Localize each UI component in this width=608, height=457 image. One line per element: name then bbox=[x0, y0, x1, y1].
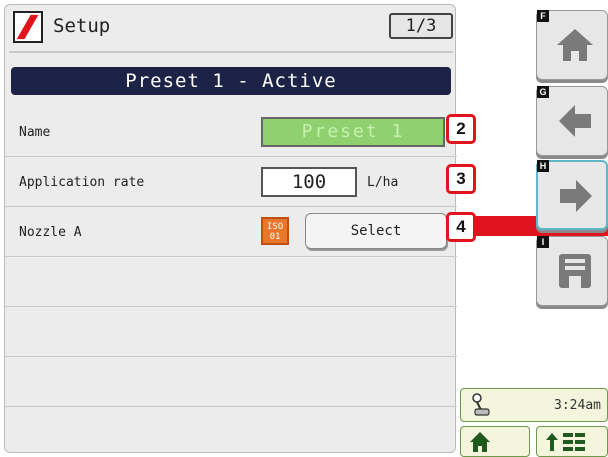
rate-unit: L/ha bbox=[367, 175, 399, 190]
iso-badge-line1: ISO bbox=[266, 222, 284, 232]
home-icon bbox=[470, 432, 490, 452]
main-panel: Setup 1/3 Preset 1 - Active Name Preset … bbox=[4, 4, 457, 453]
clock-time: 3:24am bbox=[554, 398, 601, 413]
key-letter-h: H bbox=[537, 160, 549, 172]
key-letter-i: I bbox=[537, 236, 549, 248]
header-divider bbox=[9, 51, 453, 53]
callout-3: 3 bbox=[446, 164, 476, 194]
iso-nozzle-badge: ISO 01 bbox=[261, 217, 289, 245]
header-bar: Setup 1/3 bbox=[5, 5, 457, 49]
row-nozzle-a: Nozzle A ISO 01 Select bbox=[5, 207, 457, 257]
row-label: Nozzle A bbox=[19, 225, 82, 240]
arrow-right-icon bbox=[560, 180, 592, 212]
preset-banner: Preset 1 - Active bbox=[11, 67, 451, 95]
empty-row bbox=[5, 307, 457, 357]
select-nozzle-button[interactable]: Select bbox=[305, 213, 447, 249]
page-indicator[interactable]: 1/3 bbox=[389, 13, 453, 39]
callout-2: 2 bbox=[446, 114, 476, 144]
iso-badge-line2: 01 bbox=[269, 232, 281, 242]
brand-logo bbox=[13, 11, 43, 43]
key-letter-g: G bbox=[537, 86, 549, 98]
callout-4: 4 bbox=[446, 212, 476, 242]
bottom-layout-button[interactable] bbox=[536, 426, 608, 457]
up-arrow-grid-icon bbox=[546, 433, 585, 451]
joystick-icon bbox=[472, 393, 490, 416]
row-label: Application rate bbox=[19, 175, 145, 190]
row-name: Name Preset 1 bbox=[5, 107, 457, 157]
name-field[interactable]: Preset 1 bbox=[261, 117, 445, 147]
home-icon bbox=[557, 29, 593, 61]
arrow-left-icon bbox=[559, 105, 591, 137]
row-application-rate: Application rate 100 L/ha bbox=[5, 157, 457, 207]
bottom-home-button[interactable] bbox=[460, 426, 530, 457]
rate-field[interactable]: 100 bbox=[261, 167, 357, 197]
page-title: Setup bbox=[53, 15, 111, 37]
status-bar: 3:24am bbox=[460, 388, 608, 422]
key-letter-f: F bbox=[537, 10, 549, 22]
row-label: Name bbox=[19, 125, 51, 140]
empty-row bbox=[5, 357, 457, 407]
empty-row bbox=[5, 257, 457, 307]
save-icon bbox=[559, 254, 591, 288]
